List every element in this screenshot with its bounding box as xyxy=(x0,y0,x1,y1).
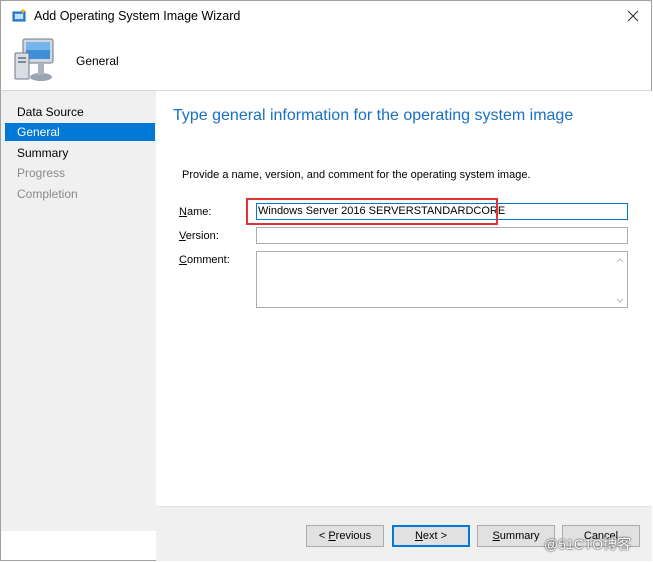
sidebar-item-label: General xyxy=(17,125,60,139)
version-field[interactable] xyxy=(256,227,628,244)
wizard-window: Add Operating System Image Wizard Genera… xyxy=(0,0,652,561)
sidebar-item-label: Completion xyxy=(17,187,78,201)
next-button[interactable]: Next > xyxy=(392,525,470,547)
sidebar-item-label: Summary xyxy=(17,146,69,160)
computer-monitor-icon xyxy=(11,35,61,85)
close-button[interactable] xyxy=(619,3,647,29)
sidebar-item-general[interactable]: General xyxy=(5,123,155,141)
sidebar-item-label: Progress xyxy=(17,166,66,180)
wizard-content: Type general information for the operati… xyxy=(156,91,652,531)
sidebar-item-progress: Progress xyxy=(5,164,155,182)
comment-label: Comment: xyxy=(179,254,230,266)
sidebar-item-completion: Completion xyxy=(5,185,155,203)
sidebar-item-label: Data Source xyxy=(17,105,84,119)
sidebar-item-data-source[interactable]: Data Source xyxy=(5,103,155,121)
wizard-header: General xyxy=(1,32,651,91)
version-label: Version: xyxy=(179,230,219,242)
footer-divider xyxy=(156,506,652,507)
annotation-highlight-box xyxy=(246,198,498,225)
scroll-down-icon[interactable] xyxy=(615,294,625,304)
scroll-up-icon[interactable] xyxy=(615,255,625,265)
title-bar[interactable]: Add Operating System Image Wizard xyxy=(1,1,651,32)
name-label: Name: xyxy=(179,206,212,218)
previous-button[interactable]: < Previous xyxy=(306,525,384,547)
page-heading: Type general information for the operati… xyxy=(173,107,574,124)
instruction-text: Provide a name, version, and comment for… xyxy=(182,169,531,181)
comment-field[interactable] xyxy=(256,251,628,308)
header-title: General xyxy=(76,54,119,68)
sidebar-item-summary[interactable]: Summary xyxy=(5,144,155,162)
wizard-steps-sidebar: Data Source General Summary Progress Com… xyxy=(1,91,156,531)
watermark: @51CTO博客 xyxy=(544,536,632,552)
close-icon xyxy=(627,10,639,22)
wizard-icon xyxy=(11,7,28,24)
window-title: Add Operating System Image Wizard xyxy=(34,9,241,23)
